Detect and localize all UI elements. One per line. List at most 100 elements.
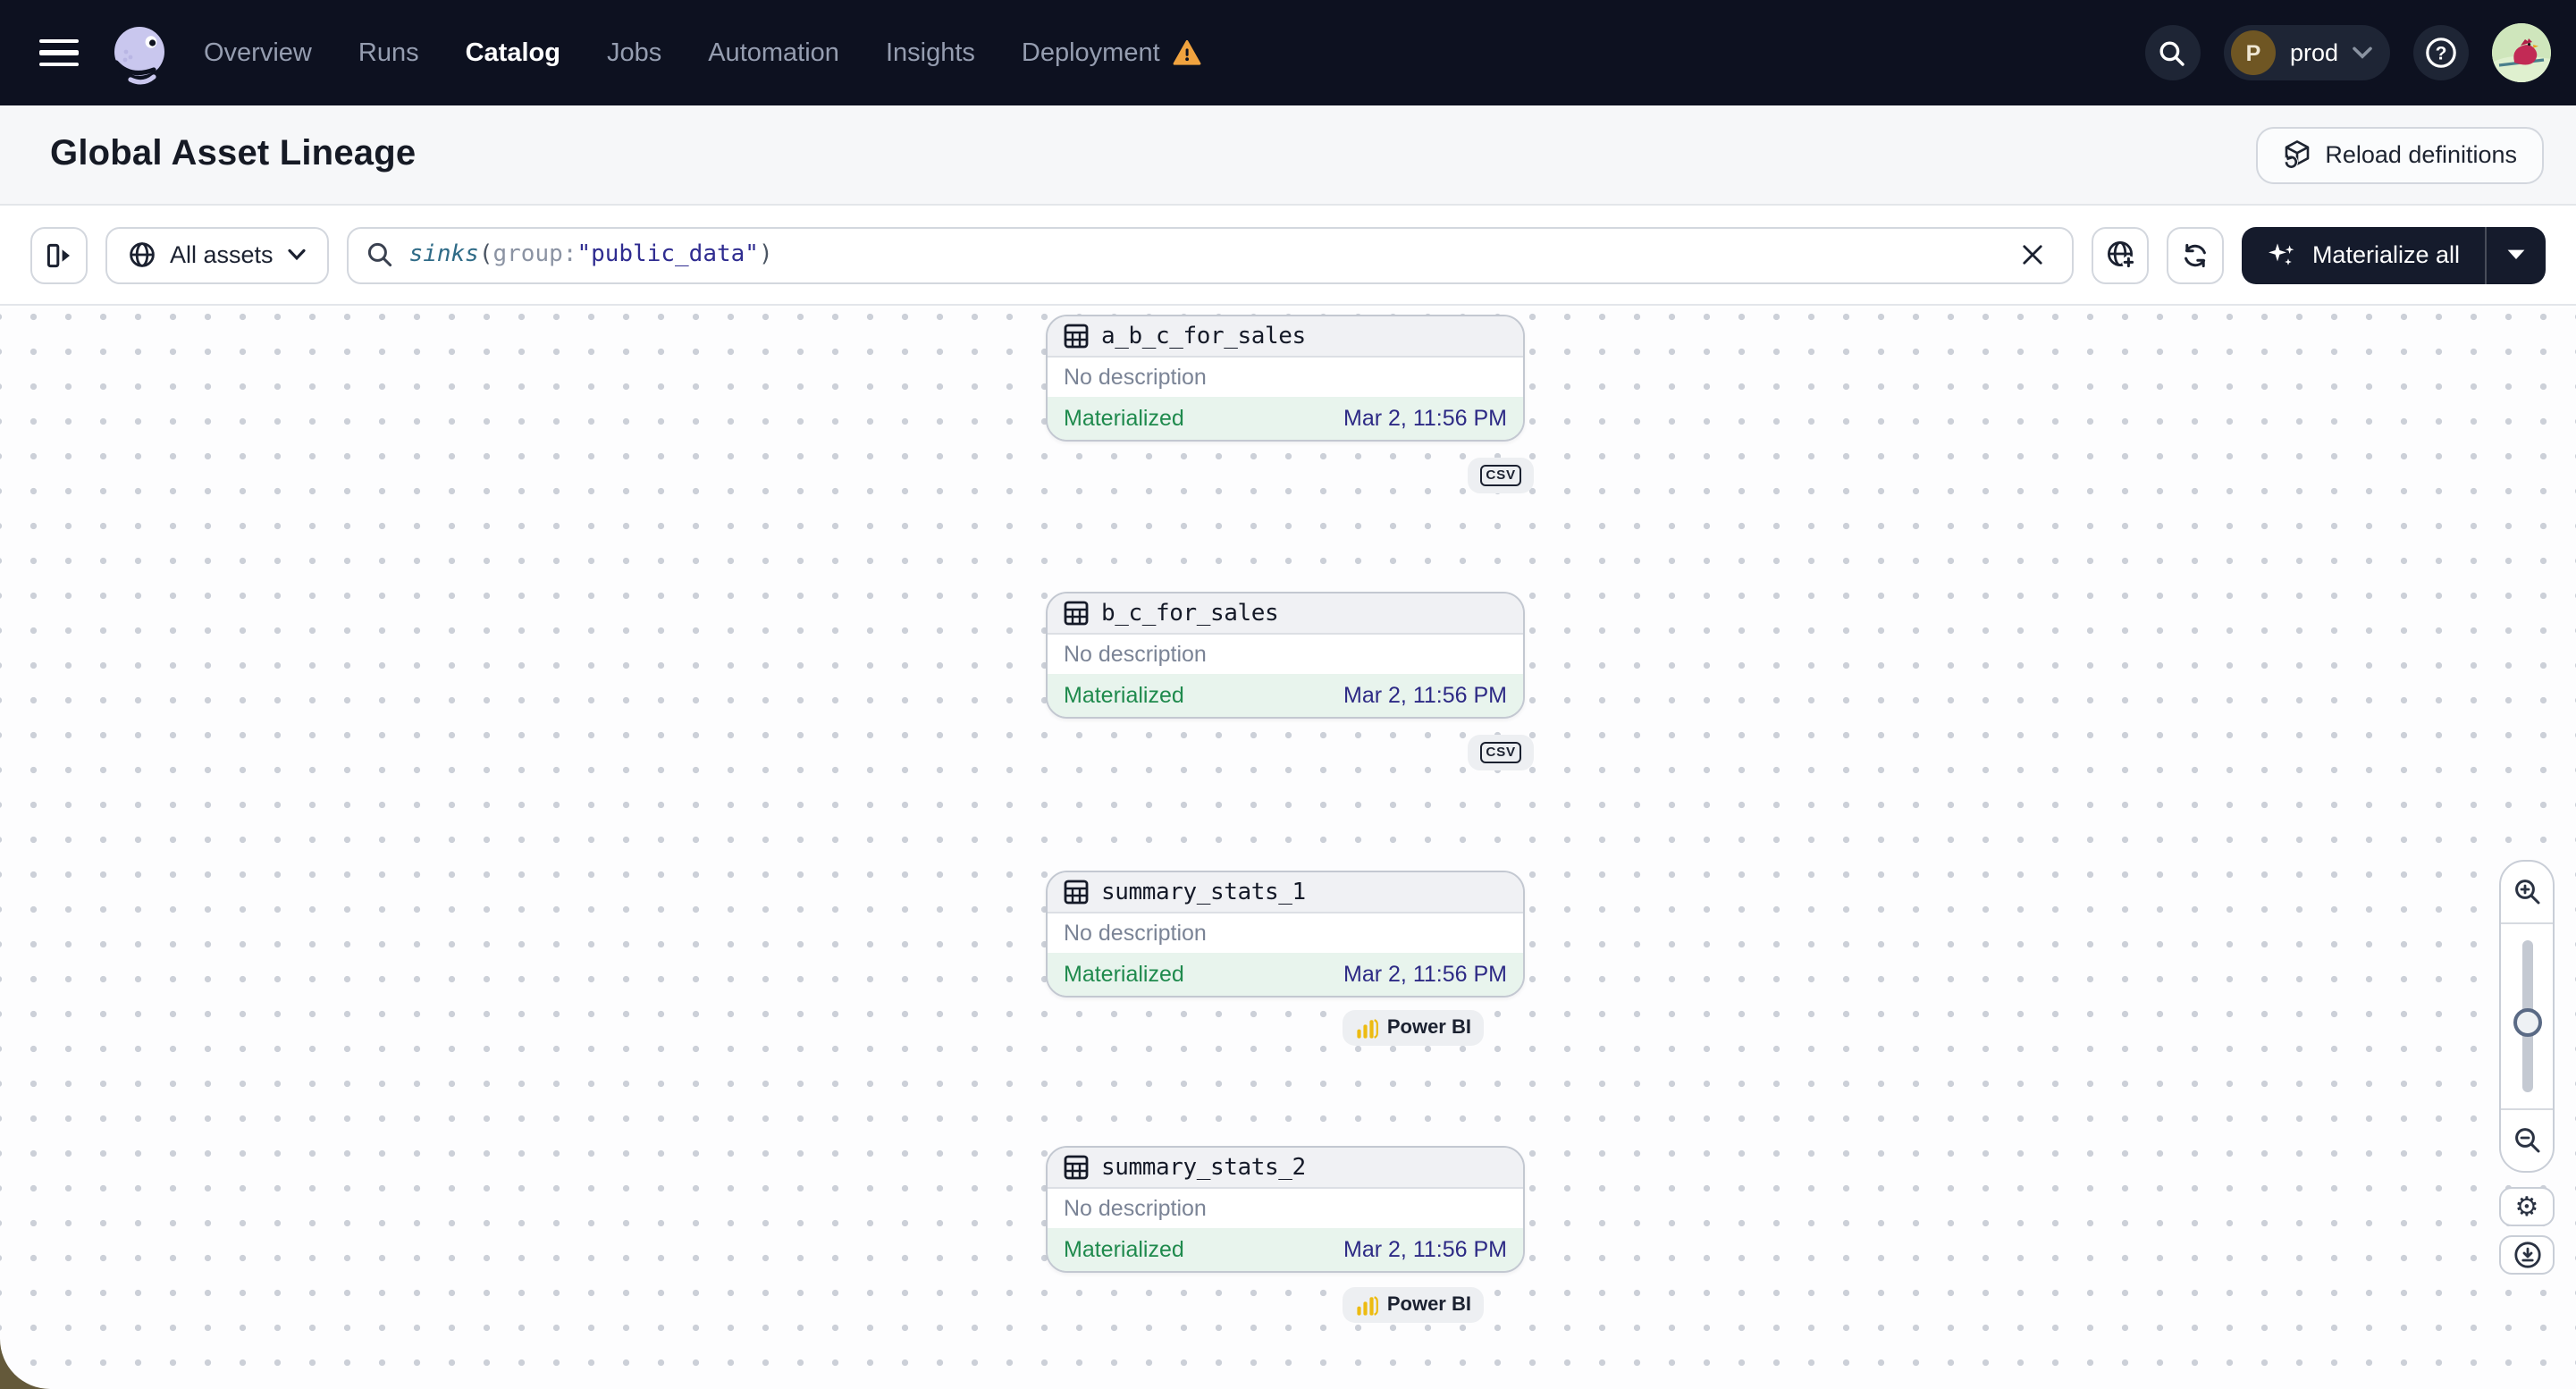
- query-close-paren: ): [758, 241, 773, 268]
- dagster-app: Overview Runs Catalog Jobs Automation In…: [0, 0, 2576, 1389]
- user-avatar[interactable]: [2492, 23, 2551, 82]
- nav-item-jobs[interactable]: Jobs: [607, 38, 661, 67]
- zoom-out-button[interactable]: [2501, 1108, 2553, 1171]
- table-icon: [1064, 1155, 1089, 1180]
- asset-description: No description: [1064, 642, 1207, 667]
- table-icon: [1064, 601, 1089, 626]
- asset-scope-label: All assets: [170, 241, 274, 268]
- asset-name: summary_stats_2: [1101, 1154, 1306, 1181]
- environment-name: prod: [2289, 39, 2338, 66]
- asset-node-summary-stats-1[interactable]: summary_stats_1 No description Materiali…: [1046, 871, 1525, 998]
- nav-item-label: Insights: [885, 38, 975, 67]
- hamburger-menu-icon[interactable]: [29, 22, 89, 83]
- open-in-new-globe-button[interactable]: [2092, 226, 2150, 283]
- nav-right-cluster: P prod ?: [2144, 23, 2551, 82]
- asset-node-b-c-for-sales[interactable]: b_c_for_sales No description Materialize…: [1046, 592, 1525, 719]
- materialize-all-label: Materialize all: [2311, 241, 2460, 268]
- asset-scope-dropdown[interactable]: All assets: [105, 226, 329, 283]
- query-function: sinks: [408, 241, 479, 268]
- svg-text:?: ?: [2436, 43, 2447, 63]
- globe-plus-icon: [2106, 240, 2136, 270]
- gear-icon: ⚙: [2514, 1190, 2539, 1222]
- nav-item-deployment[interactable]: Deployment: [1022, 38, 1201, 67]
- materialization-timestamp[interactable]: Mar 2, 11:56 PM: [1343, 962, 1507, 987]
- download-button[interactable]: [2499, 1235, 2555, 1275]
- toggle-left-panel-button[interactable]: [30, 226, 88, 283]
- asset-node-header: b_c_for_sales: [1048, 593, 1523, 635]
- csv-icon: CSV: [1480, 742, 1521, 763]
- zoom-in-button[interactable]: [2501, 862, 2553, 924]
- materialization-timestamp[interactable]: Mar 2, 11:56 PM: [1343, 1237, 1507, 1262]
- power-bi-icon: [1355, 1016, 1378, 1040]
- asset-node-header: summary_stats_2: [1048, 1148, 1523, 1189]
- chevron-down-icon: [2353, 46, 2372, 59]
- page-title: Global Asset Lineage: [50, 134, 417, 173]
- search-icon: [366, 241, 393, 268]
- zoom-slider[interactable]: [2501, 924, 2553, 1108]
- chevron-down-icon: [287, 248, 306, 261]
- reload-cube-icon: [2282, 139, 2311, 170]
- search-icon[interactable]: [2144, 25, 2201, 80]
- nav-item-label: Jobs: [606, 38, 662, 67]
- refresh-icon: [2182, 240, 2210, 269]
- nav-item-runs[interactable]: Runs: [358, 38, 419, 67]
- kind-tag-label: Power BI: [1386, 1294, 1471, 1316]
- power-bi-icon: [1355, 1293, 1378, 1317]
- kind-tag-csv[interactable]: CSV: [1468, 735, 1534, 770]
- table-icon: [1064, 880, 1089, 905]
- zoom-in-icon: [2513, 878, 2541, 906]
- materialized-status: Materialized: [1064, 683, 1184, 708]
- nav-item-label: Deployment: [1021, 38, 1160, 67]
- page-header: Global Asset Lineage Reload definitions: [0, 105, 2576, 206]
- lineage-canvas[interactable]: a_b_c_for_sales No description Materiali…: [0, 307, 2576, 1389]
- selection-query: sinks(group:"public_data"): [409, 241, 773, 268]
- nav-item-automation[interactable]: Automation: [708, 38, 839, 67]
- query-value: "public_data": [577, 241, 759, 268]
- nav-item-overview[interactable]: Overview: [204, 38, 312, 67]
- materialized-status: Materialized: [1064, 962, 1184, 987]
- kind-tag-power-bi[interactable]: Power BI: [1342, 1287, 1484, 1323]
- environment-initial: P: [2230, 30, 2276, 75]
- asset-node-header: summary_stats_1: [1048, 872, 1523, 913]
- table-icon: [1064, 324, 1089, 349]
- kind-tag-label: Power BI: [1386, 1017, 1471, 1039]
- asset-description: No description: [1064, 365, 1207, 390]
- nav-item-label: Runs: [358, 38, 419, 67]
- materialize-all-split-button: Materialize all: [2242, 226, 2546, 283]
- environment-switcher[interactable]: P prod: [2223, 25, 2390, 80]
- settings-button[interactable]: ⚙: [2499, 1187, 2555, 1226]
- asset-status-row: Materialized Mar 2, 11:56 PM: [1048, 1228, 1523, 1271]
- globe-icon: [129, 241, 156, 268]
- asset-description: No description: [1064, 921, 1207, 946]
- zoom-controls: [2499, 860, 2555, 1173]
- lineage-toolbar: All assets sinks(group:"public_data") Ma…: [0, 206, 2576, 306]
- materialization-timestamp[interactable]: Mar 2, 11:56 PM: [1343, 683, 1507, 708]
- dagster-logo-icon[interactable]: [107, 21, 172, 85]
- materialize-options-caret[interactable]: [2485, 226, 2546, 283]
- kind-tag-power-bi[interactable]: Power BI: [1342, 1010, 1484, 1046]
- help-icon[interactable]: ?: [2413, 25, 2469, 80]
- asset-node-summary-stats-2[interactable]: summary_stats_2 No description Materiali…: [1046, 1146, 1525, 1273]
- clear-query-icon[interactable]: [2012, 233, 2055, 276]
- asset-status-row: Materialized Mar 2, 11:56 PM: [1048, 953, 1523, 996]
- reload-definitions-label: Reload definitions: [2325, 141, 2517, 168]
- asset-status-row: Materialized Mar 2, 11:56 PM: [1048, 674, 1523, 717]
- sparkles-icon: [2268, 240, 2298, 270]
- asset-description: No description: [1064, 1196, 1207, 1221]
- csv-icon: CSV: [1480, 465, 1521, 486]
- top-nav: Overview Runs Catalog Jobs Automation In…: [0, 0, 2576, 105]
- materialization-timestamp[interactable]: Mar 2, 11:56 PM: [1343, 406, 1507, 431]
- asset-selection-input[interactable]: sinks(group:"public_data"): [346, 226, 2075, 283]
- materialize-all-button[interactable]: Materialize all: [2243, 226, 2485, 283]
- reload-definitions-button[interactable]: Reload definitions: [2255, 126, 2544, 183]
- nav-item-insights[interactable]: Insights: [886, 38, 975, 67]
- refresh-button[interactable]: [2167, 226, 2225, 283]
- zoom-slider-thumb[interactable]: [2513, 1008, 2541, 1037]
- nav-item-label: Catalog: [465, 38, 560, 67]
- asset-node-a-b-c-for-sales[interactable]: a_b_c_for_sales No description Materiali…: [1046, 315, 1525, 442]
- nav-item-catalog[interactable]: Catalog: [466, 38, 560, 67]
- kind-tag-csv[interactable]: CSV: [1468, 458, 1534, 493]
- download-icon: [2513, 1241, 2541, 1269]
- query-open-paren: (: [478, 241, 493, 268]
- materialized-status: Materialized: [1064, 1237, 1184, 1262]
